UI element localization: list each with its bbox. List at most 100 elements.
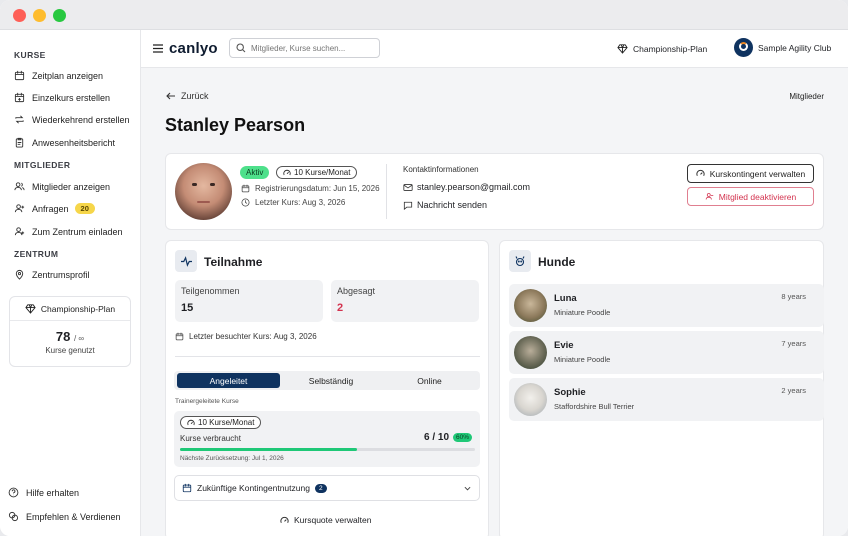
dog-avatar	[514, 336, 547, 369]
quota-chip: 10 Kurse/Monat	[276, 166, 358, 179]
coins-icon	[8, 511, 19, 522]
used-value: 6 / 10	[424, 432, 450, 443]
courses-used-count: 78 / ∞	[55, 329, 85, 344]
avatar	[175, 163, 232, 220]
message-icon	[403, 201, 413, 210]
help-circle-icon	[8, 487, 19, 498]
dog-avatar	[514, 289, 547, 322]
dogs-title: Hunde	[538, 255, 576, 269]
send-message-link[interactable]: Nachricht senden	[403, 200, 487, 210]
sidebar-item-schedule[interactable]: Zeitplan anzeigen	[14, 70, 103, 81]
section-label: Trainergeleitete Kurse	[175, 398, 239, 405]
window-titlebar	[0, 0, 848, 30]
gauge-icon	[187, 419, 195, 425]
back-link[interactable]: Zurück	[166, 91, 209, 101]
quota-chip: 10 Kurse/Monat	[180, 416, 262, 429]
cancelled-stat: Abgesagt 2	[331, 280, 479, 322]
dog-item[interactable]: Sophie Staffordshire Bull Terrier 2 year…	[509, 378, 824, 421]
diamond-icon	[617, 44, 628, 54]
top-bar: canlyo Championship-Plan Sample Agility …	[141, 30, 848, 68]
brand-logo[interactable]: canlyo	[169, 40, 218, 57]
maximize-window-button[interactable]	[53, 9, 66, 22]
sidebar-item-attendance-report[interactable]: Anwesenheitsbericht	[14, 137, 115, 148]
contact-title: Kontaktinformationen	[403, 165, 479, 174]
future-usage-label: Zukünftige Kontingentnutzung 2	[182, 483, 327, 493]
deactivate-member-button[interactable]: Mitglied deaktivieren	[687, 187, 814, 206]
activity-icon	[175, 250, 197, 272]
future-count-badge: 2	[314, 483, 327, 493]
gauge-icon	[280, 516, 289, 523]
registration-date: Registrierungsdatum: Jun 15, 2026	[241, 184, 380, 193]
gauge-icon	[283, 169, 291, 175]
search-box[interactable]	[229, 38, 380, 58]
sidebar-section-zentrum: ZENTRUM	[14, 249, 59, 259]
clipboard-icon	[15, 137, 24, 148]
dog-item[interactable]: Luna Miniature Poodle 8 years	[509, 284, 824, 327]
plan-usage-card: Championship-Plan 78 / ∞ Kurse genutzt	[9, 296, 131, 367]
calendar-icon	[14, 70, 25, 81]
requests-count-badge: 20	[74, 203, 95, 214]
sidebar-item-view-members[interactable]: Mitglieder anzeigen	[14, 181, 110, 192]
dog-item[interactable]: Evie Miniature Poodle 7 years	[509, 331, 824, 374]
attendance-title: Teilnahme	[204, 255, 263, 269]
divider	[386, 164, 387, 219]
location-pin-icon	[15, 269, 24, 280]
breadcrumb[interactable]: Mitglieder	[789, 92, 824, 101]
manage-quota-link[interactable]: Kursquote verwalten	[280, 515, 372, 525]
app-window: KURSE Zeitplan anzeigen Einzelkurs erste…	[0, 0, 848, 536]
minimize-window-button[interactable]	[33, 9, 46, 22]
user-add-icon	[14, 227, 25, 236]
calendar-plus-icon	[14, 92, 25, 103]
users-icon	[14, 182, 25, 191]
plan-indicator[interactable]: Championship-Plan	[617, 43, 707, 54]
diamond-icon	[25, 304, 36, 314]
used-label: Kurse verbraucht	[180, 434, 241, 443]
menu-icon[interactable]	[153, 44, 163, 53]
course-type-tabs: Angeleitet Selbständig Online	[174, 371, 480, 390]
attended-stat: Teilgenommen 15	[175, 280, 323, 322]
sidebar-section-kurse: KURSE	[14, 50, 46, 60]
page-title: Stanley Pearson	[165, 115, 306, 135]
last-course: Letzter Kurs: Aug 3, 2026	[241, 198, 345, 207]
next-reset: Nächste Zurücksetzung: Jul 1, 2026	[180, 455, 284, 462]
sidebar-section-mitglieder: MITGLIEDER	[14, 160, 71, 170]
sidebar-item-requests[interactable]: Anfragen 20	[14, 203, 95, 214]
calendar-icon	[241, 184, 250, 193]
last-visited: Letzter besuchter Kurs: Aug 3, 2026	[175, 332, 317, 341]
user-minus-icon	[705, 193, 713, 200]
close-window-button[interactable]	[13, 9, 26, 22]
search-input[interactable]	[251, 43, 376, 53]
tab-online[interactable]: Online	[382, 373, 477, 388]
email-link[interactable]: stanley.pearson@gmail.com	[403, 182, 530, 192]
sidebar: KURSE Zeitplan anzeigen Einzelkurs erste…	[0, 30, 141, 536]
quota-progress	[180, 448, 475, 451]
refer-earn-link[interactable]: Empfehlen & Verdienen	[8, 511, 121, 522]
divider	[175, 356, 480, 357]
paw-icon	[509, 250, 531, 272]
clock-icon	[241, 198, 250, 207]
calendar-icon	[175, 332, 184, 341]
manage-quota-button[interactable]: Kurskontingent verwalten	[687, 164, 814, 183]
tab-guided[interactable]: Angeleitet	[177, 373, 280, 388]
dog-avatar	[514, 383, 547, 416]
calendar-icon	[182, 483, 192, 493]
plan-card-header: Championship-Plan	[10, 297, 130, 321]
sidebar-item-invite[interactable]: Zum Zentrum einladen	[14, 226, 123, 237]
help-link[interactable]: Hilfe erhalten	[8, 487, 79, 498]
club-logo	[734, 38, 753, 57]
percent-badge: 60%	[453, 433, 473, 442]
club-switcher[interactable]: Sample Agility Club	[734, 38, 831, 57]
courses-used-label: Kurse genutzt	[45, 346, 95, 355]
gauge-icon	[696, 169, 705, 176]
tab-self[interactable]: Selbständig	[281, 373, 381, 388]
mail-icon	[403, 183, 413, 191]
arrow-left-icon	[166, 92, 175, 100]
user-plus-icon	[14, 204, 25, 213]
search-icon	[236, 43, 246, 53]
sidebar-item-center-profile[interactable]: Zentrumsprofil	[14, 269, 90, 280]
repeat-icon	[15, 115, 24, 124]
sidebar-item-create-single[interactable]: Einzelkurs erstellen	[14, 92, 110, 103]
quota-progress-fill	[180, 448, 357, 451]
sidebar-item-create-recurring[interactable]: Wiederkehrend erstellen	[14, 114, 130, 125]
chevron-down-icon[interactable]	[464, 486, 471, 491]
